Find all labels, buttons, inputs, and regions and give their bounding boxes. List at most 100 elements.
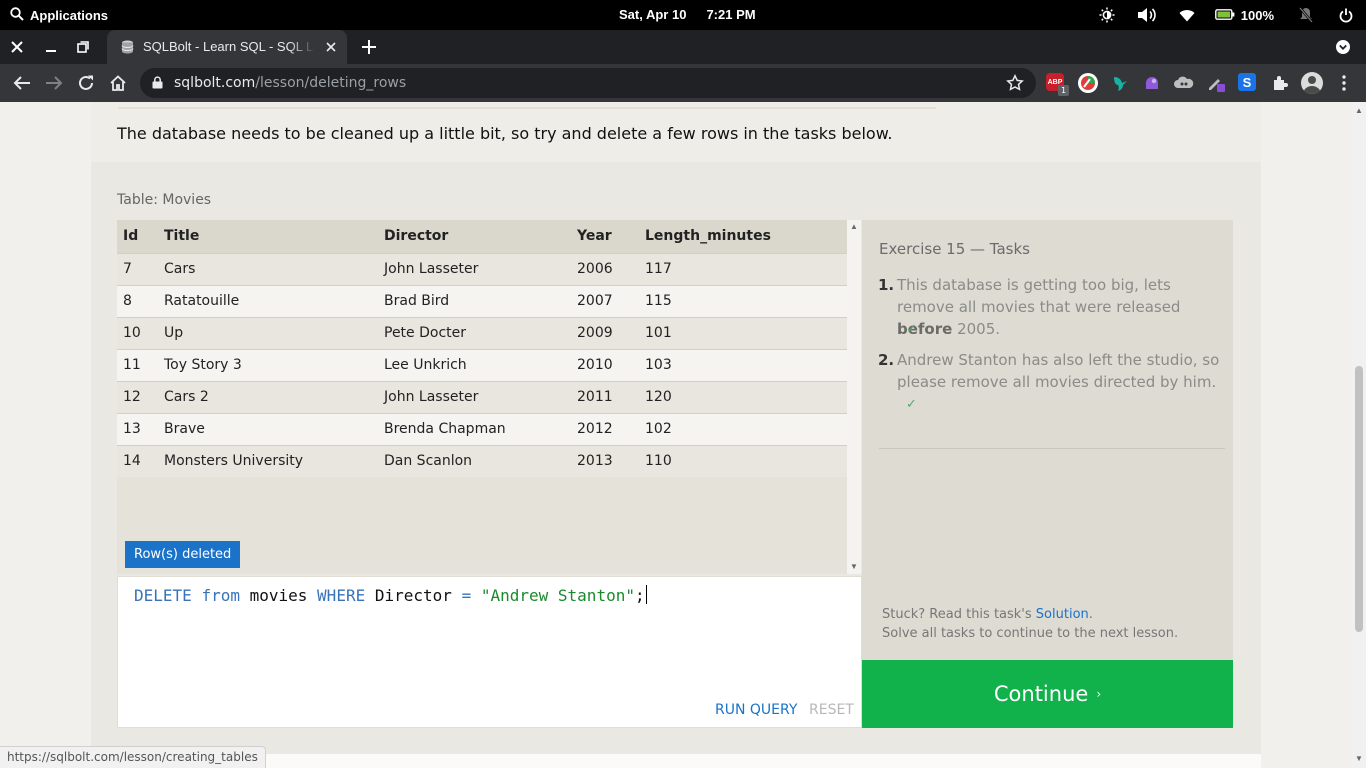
sql-identifier: movies	[249, 586, 308, 605]
wifi-icon[interactable]	[1167, 0, 1207, 30]
battery-percent: 100%	[1240, 7, 1274, 23]
solution-link[interactable]: Solution	[1036, 607, 1089, 622]
browser-tab-active[interactable]: SQLBolt - Learn SQL - SQL Lesson 15: Del…	[107, 30, 347, 64]
extensions-puzzle-icon[interactable]	[1270, 73, 1290, 93]
sql-terminator: ;	[634, 586, 645, 605]
night-light-icon[interactable]	[1087, 0, 1127, 30]
table-row: 13 Brave Brenda Chapman 2012 102	[117, 412, 847, 445]
lock-icon[interactable]	[152, 76, 163, 94]
address-bar[interactable]: sqlbolt.com/lesson/deleting_rows	[140, 68, 1036, 98]
run-query-button[interactable]: RUN QUERY	[715, 702, 797, 718]
clock[interactable]: Sat, Apr 10 7:21 PM	[619, 7, 756, 22]
scrollbar-thumb[interactable]	[1355, 366, 1363, 632]
table-row: 11 Toy Story 3 Lee Unkrich 2010 103	[117, 348, 847, 381]
page-scrollbar[interactable]: ▲ ▼	[1352, 102, 1366, 768]
hummingbird-extension-icon[interactable]	[1110, 73, 1130, 93]
new-tab-icon[interactable]	[359, 37, 379, 62]
cell-title: Brave	[158, 412, 378, 445]
window-close-icon[interactable]	[7, 37, 27, 57]
cell-id: 11	[117, 348, 158, 381]
cell-year: 2006	[571, 252, 639, 285]
table-row: 7 Cars John Lasseter 2006 117	[117, 252, 847, 285]
cell-director: Brad Bird	[378, 284, 571, 317]
home-icon[interactable]	[107, 72, 129, 94]
task-text-part: This database is getting too big, lets r…	[897, 276, 1181, 316]
column-header: Year	[571, 220, 639, 253]
scroll-up-arrow-icon[interactable]: ▲	[850, 222, 858, 231]
link-hover-status: https://sqlbolt.com/lesson/creating_tabl…	[0, 746, 266, 768]
url-text[interactable]: sqlbolt.com/lesson/deleting_rows	[174, 75, 406, 91]
reload-icon[interactable]	[75, 72, 97, 94]
cell-length: 120	[639, 380, 847, 413]
purple-extension-icon[interactable]	[1142, 73, 1162, 93]
task-number: 1.	[878, 276, 895, 294]
cell-title: Ratatouille	[158, 284, 378, 317]
continue-label: Continue	[993, 682, 1089, 706]
system-tray[interactable]: 100%	[1087, 0, 1366, 30]
battery-indicator[interactable]: 100%	[1207, 8, 1286, 23]
task-complete-check-icon: ✓	[906, 322, 917, 337]
task-text: This database is getting too big, lets r…	[897, 274, 1224, 340]
reset-button[interactable]: RESET	[809, 702, 854, 718]
column-header: Length_minutes	[639, 220, 847, 253]
profile-avatar[interactable]	[1301, 72, 1323, 94]
table-scrollbar[interactable]: ▲ ▼	[847, 220, 861, 574]
s-extension-icon[interactable]: S	[1238, 73, 1256, 91]
menu-kebab-icon[interactable]	[1334, 73, 1354, 93]
scroll-down-arrow-icon[interactable]: ▼	[850, 562, 858, 571]
cell-year: 2013	[571, 444, 639, 477]
sql-keyword: WHERE	[317, 586, 366, 605]
results-table: Id Title Director Year Length_minutes 7 …	[117, 220, 847, 477]
time-text: 7:21 PM	[706, 7, 756, 22]
cell-id: 12	[117, 380, 158, 413]
window-minimize-icon[interactable]	[41, 37, 61, 57]
tasks-heading: Exercise 15 — Tasks	[879, 240, 1030, 258]
cell-year: 2007	[571, 284, 639, 317]
tab-close-icon[interactable]	[323, 39, 339, 58]
task-text-part: 2005.	[952, 320, 1001, 338]
cell-title: Monsters University	[158, 444, 378, 477]
back-icon[interactable]	[11, 72, 33, 94]
tab-title: SQLBolt - Learn SQL - SQL Lesson 15: Del…	[143, 39, 315, 54]
tab-strip: SQLBolt - Learn SQL - SQL Lesson 15: Del…	[0, 30, 1366, 64]
cell-id: 7	[117, 252, 158, 285]
date-text: Sat, Apr 10	[619, 7, 687, 22]
sql-query-text[interactable]: DELETE from movies WHERE Director = "And…	[134, 585, 647, 605]
power-icon[interactable]	[1326, 0, 1366, 30]
applications-menu[interactable]: Applications	[10, 7, 108, 24]
cell-length: 117	[639, 252, 847, 285]
tab-search-icon[interactable]	[1334, 38, 1352, 61]
page-viewport: The database needs to be cleaned up a li…	[0, 102, 1352, 768]
cell-title: Up	[158, 316, 378, 349]
task-text: Andrew Stanton has also left the studio,…	[897, 349, 1224, 393]
adblock-badge: 1	[1058, 85, 1069, 96]
cell-director: John Lasseter	[378, 380, 571, 413]
forward-icon[interactable]	[43, 72, 65, 94]
cell-length: 102	[639, 412, 847, 445]
cell-title: Cars 2	[158, 380, 378, 413]
sql-identifier: Director	[374, 586, 452, 605]
cell-director: Lee Unkrich	[378, 348, 571, 381]
cell-year: 2012	[571, 412, 639, 445]
notifications-off-icon[interactable]	[1286, 0, 1326, 30]
stuck-line-2: Solve all tasks to continue to the next …	[882, 626, 1179, 641]
scroll-up-arrow-icon[interactable]: ▲	[1355, 106, 1363, 115]
bookmark-star-icon[interactable]	[1006, 74, 1024, 97]
column-header: Title	[158, 220, 378, 253]
cell-length: 110	[639, 444, 847, 477]
volume-icon[interactable]	[1127, 0, 1167, 30]
results-table-container[interactable]: Id Title Director Year Length_minutes 7 …	[117, 220, 847, 574]
cell-id: 14	[117, 444, 158, 477]
cloud-extension-icon[interactable]	[1174, 73, 1194, 93]
eyedropper-extension-icon[interactable]	[1206, 73, 1226, 93]
window-restore-icon[interactable]	[73, 37, 93, 57]
scroll-down-arrow-icon[interactable]: ▼	[1355, 754, 1363, 763]
lesson-intro-text: The database needs to be cleaned up a li…	[117, 124, 893, 143]
cell-length: 103	[639, 348, 847, 381]
color-picker-extension-icon[interactable]	[1078, 73, 1098, 93]
continue-button[interactable]: Continue ›	[862, 660, 1233, 728]
tasks-panel: Exercise 15 — Tasks 1. This database is …	[862, 220, 1233, 660]
cell-year: 2010	[571, 348, 639, 381]
sql-editor[interactable]: DELETE from movies WHERE Director = "And…	[117, 576, 862, 728]
table-row: 14 Monsters University Dan Scanlon 2013 …	[117, 444, 847, 477]
